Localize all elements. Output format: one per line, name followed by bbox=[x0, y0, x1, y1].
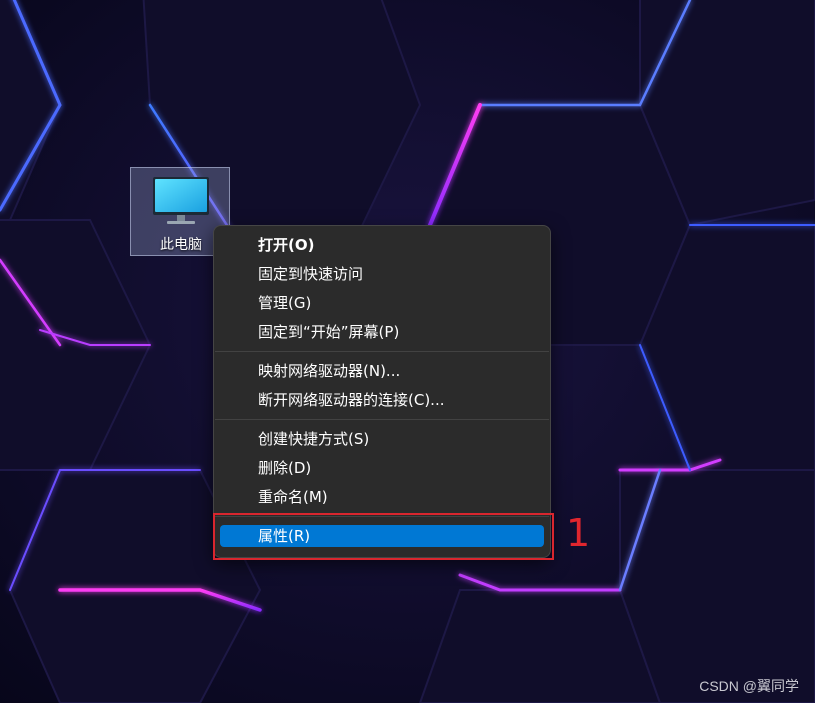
menu-item-disconnect-network-drive[interactable]: 断开网络驱动器的连接(C)... bbox=[220, 386, 544, 415]
menu-item-manage[interactable]: 管理(G) bbox=[220, 289, 544, 318]
menu-item-pin-quick-access[interactable]: 固定到快速访问 bbox=[220, 260, 544, 289]
desktop: 此电脑 打开(O) 固定到快速访问 管理(G) 固定到“开始”屏幕(P) 映射网… bbox=[0, 0, 815, 703]
menu-item-map-network-drive[interactable]: 映射网络驱动器(N)... bbox=[220, 357, 544, 386]
menu-separator bbox=[215, 351, 549, 352]
monitor-icon bbox=[153, 177, 209, 224]
menu-item-open[interactable]: 打开(O) bbox=[220, 231, 544, 260]
watermark: CSDN @翼同学 bbox=[699, 678, 799, 694]
menu-separator bbox=[215, 419, 549, 420]
annotation-highlight-box bbox=[213, 513, 554, 560]
menu-item-create-shortcut[interactable]: 创建快捷方式(S) bbox=[220, 425, 544, 454]
annotation-step-number: 1 bbox=[566, 511, 591, 555]
menu-item-pin-start[interactable]: 固定到“开始”屏幕(P) bbox=[220, 318, 544, 347]
context-menu: 打开(O) 固定到快速访问 管理(G) 固定到“开始”屏幕(P) 映射网络驱动器… bbox=[213, 225, 551, 558]
menu-item-rename[interactable]: 重命名(M) bbox=[220, 483, 544, 512]
menu-item-delete[interactable]: 删除(D) bbox=[220, 454, 544, 483]
